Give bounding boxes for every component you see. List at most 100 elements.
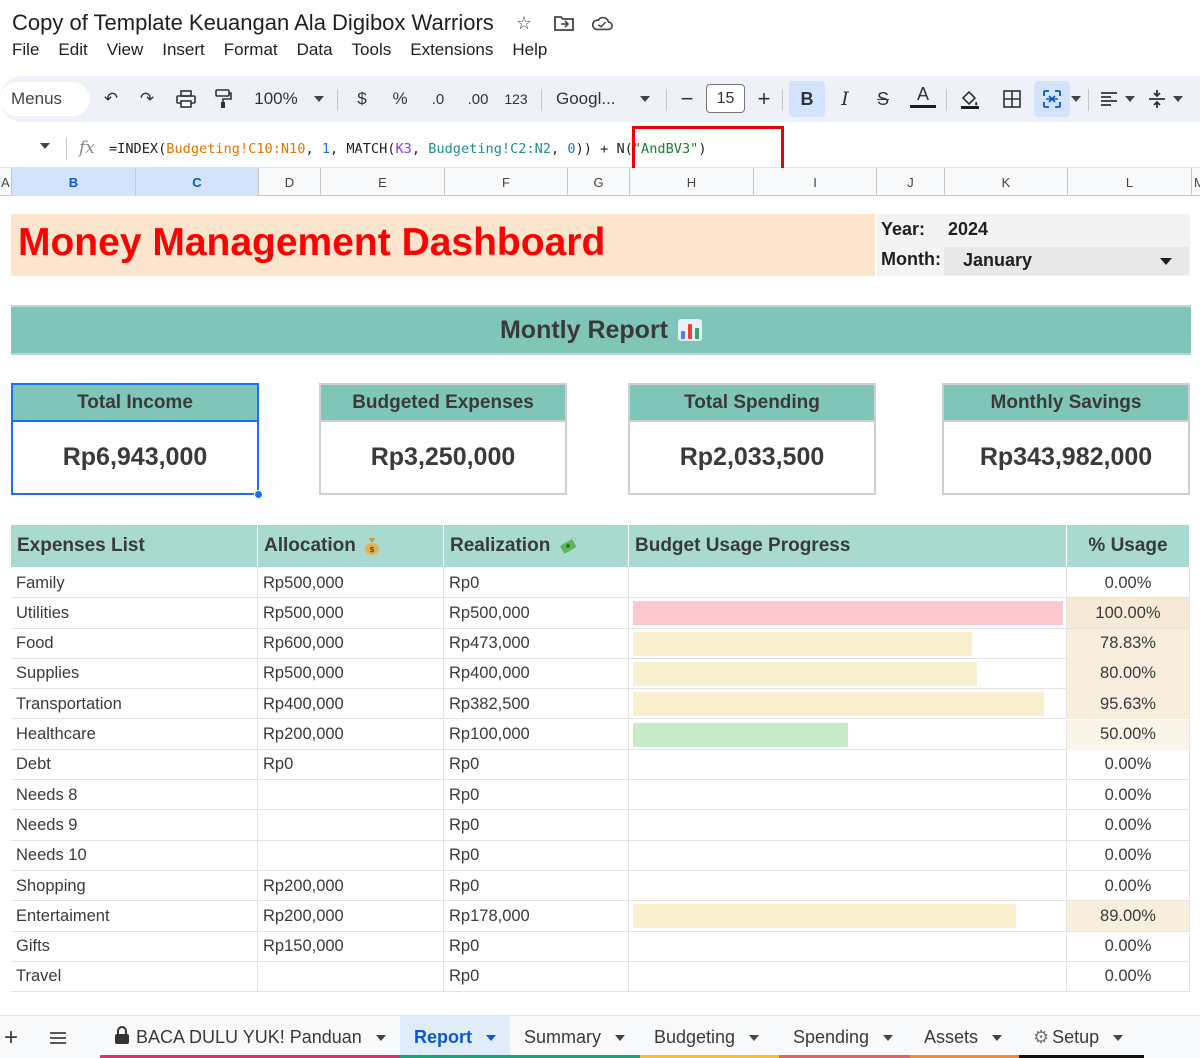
expense-name-cell[interactable]: Utilities bbox=[11, 598, 258, 629]
expense-name-cell[interactable]: Healthcare bbox=[11, 719, 258, 750]
progress-cell[interactable] bbox=[629, 719, 1067, 750]
star-icon[interactable]: ☆ bbox=[513, 12, 535, 34]
increase-decimal-button[interactable]: .00 bbox=[463, 84, 493, 114]
undo-icon[interactable]: ↶ bbox=[98, 84, 124, 114]
usage-percent-cell[interactable]: 0.00% bbox=[1067, 961, 1190, 992]
menu-view[interactable]: View bbox=[107, 40, 144, 60]
menu-extensions[interactable]: Extensions bbox=[410, 40, 493, 60]
bold-button[interactable]: B bbox=[789, 81, 825, 117]
column-header-g[interactable]: G bbox=[568, 168, 630, 196]
menu-file[interactable]: File bbox=[12, 40, 39, 60]
increase-font-size-icon[interactable]: + bbox=[754, 84, 774, 114]
header-allocation[interactable]: Allocation $ bbox=[258, 525, 444, 567]
realization-cell[interactable]: Rp0 bbox=[444, 961, 629, 992]
formula-input[interactable]: =INDEX(Budgeting!C10:N10, 1, MATCH(K3, B… bbox=[109, 141, 707, 157]
tab-report[interactable]: Report bbox=[400, 1016, 510, 1058]
italic-button[interactable]: I bbox=[834, 84, 856, 114]
zoom-select[interactable]: 100% bbox=[248, 84, 304, 114]
year-value-cell[interactable]: 2024 bbox=[948, 219, 988, 240]
allocation-cell[interactable] bbox=[258, 810, 444, 841]
column-header-i[interactable]: I bbox=[754, 168, 877, 196]
font-size-input[interactable]: 15 bbox=[706, 84, 745, 113]
allocation-cell[interactable]: Rp0 bbox=[258, 749, 444, 780]
cloud-status-icon[interactable] bbox=[591, 12, 613, 34]
progress-cell[interactable] bbox=[629, 749, 1067, 780]
realization-cell[interactable]: Rp100,000 bbox=[444, 719, 629, 750]
progress-cell[interactable] bbox=[629, 901, 1067, 932]
allocation-cell[interactable]: Rp200,000 bbox=[258, 871, 444, 901]
column-header-e[interactable]: E bbox=[321, 168, 445, 196]
decrease-decimal-button[interactable]: .0 bbox=[425, 84, 451, 114]
allocation-cell[interactable]: Rp500,000 bbox=[258, 658, 444, 689]
menu-insert[interactable]: Insert bbox=[162, 40, 205, 60]
decrease-font-size-icon[interactable]: − bbox=[678, 84, 696, 114]
menus-search-button[interactable]: Menus bbox=[0, 82, 90, 116]
font-caret-icon[interactable] bbox=[638, 84, 652, 114]
realization-cell[interactable]: Rp0 bbox=[444, 810, 629, 841]
usage-percent-cell[interactable]: 0.00% bbox=[1067, 810, 1190, 841]
allocation-cell[interactable]: Rp200,000 bbox=[258, 719, 444, 750]
menu-data[interactable]: Data bbox=[297, 40, 333, 60]
more-formats-button[interactable]: 123 bbox=[503, 84, 529, 114]
column-header-f[interactable]: F bbox=[445, 168, 568, 196]
header-expenses-list[interactable]: Expenses List bbox=[11, 525, 258, 567]
monthly-savings-card[interactable]: Monthly Savings Rp343,982,000 bbox=[942, 383, 1190, 495]
column-header-l[interactable]: L bbox=[1068, 168, 1192, 196]
realization-cell[interactable]: Rp0 bbox=[444, 780, 629, 811]
progress-cell[interactable] bbox=[629, 931, 1067, 962]
realization-cell[interactable]: Rp0 bbox=[444, 871, 629, 901]
usage-percent-cell[interactable]: 0.00% bbox=[1067, 931, 1190, 962]
usage-percent-cell[interactable]: 80.00% bbox=[1067, 658, 1190, 689]
progress-cell[interactable] bbox=[629, 658, 1067, 689]
merge-caret-icon[interactable] bbox=[1070, 84, 1082, 114]
usage-percent-cell[interactable]: 100.00% bbox=[1067, 598, 1190, 629]
menu-format[interactable]: Format bbox=[224, 40, 278, 60]
column-header-m[interactable]: M bbox=[1192, 168, 1200, 196]
percent-format-button[interactable]: % bbox=[390, 84, 410, 114]
expense-name-cell[interactable]: Needs 9 bbox=[11, 810, 258, 841]
usage-percent-cell[interactable]: 0.00% bbox=[1067, 871, 1190, 901]
expense-name-cell[interactable]: Needs 10 bbox=[11, 840, 258, 871]
column-header-c[interactable]: C bbox=[136, 168, 259, 196]
realization-cell[interactable]: Rp500,000 bbox=[444, 598, 629, 629]
selection-fill-handle[interactable] bbox=[254, 490, 263, 499]
paint-format-icon[interactable] bbox=[210, 84, 236, 114]
merge-cells-icon[interactable] bbox=[1034, 81, 1070, 117]
tab-setup[interactable]: ⚙ Setup bbox=[1019, 1016, 1144, 1058]
usage-percent-cell[interactable]: 89.00% bbox=[1067, 901, 1190, 932]
expense-name-cell[interactable]: Gifts bbox=[11, 931, 258, 962]
print-icon[interactable] bbox=[172, 84, 200, 114]
realization-cell[interactable]: Rp400,000 bbox=[444, 658, 629, 689]
realization-cell[interactable]: Rp0 bbox=[444, 840, 629, 871]
realization-cell[interactable]: Rp382,500 bbox=[444, 689, 629, 720]
realization-cell[interactable]: Rp473,000 bbox=[444, 628, 629, 659]
progress-cell[interactable] bbox=[629, 689, 1067, 720]
tab-assets[interactable]: Assets bbox=[910, 1016, 1019, 1058]
header-budget-usage-progress[interactable]: Budget Usage Progress bbox=[629, 525, 1067, 567]
total-spending-card[interactable]: Total Spending Rp2,033,500 bbox=[628, 383, 876, 495]
usage-percent-cell[interactable]: 78.83% bbox=[1067, 628, 1190, 659]
valign-caret-icon[interactable] bbox=[1172, 84, 1184, 114]
expense-name-cell[interactable]: Travel bbox=[11, 961, 258, 992]
column-header-d[interactable]: D bbox=[259, 168, 321, 196]
expense-name-cell[interactable]: Debt bbox=[11, 749, 258, 780]
budgeted-expenses-card[interactable]: Budgeted Expenses Rp3,250,000 bbox=[319, 383, 567, 495]
add-sheet-icon[interactable]: + bbox=[0, 1016, 28, 1058]
column-header-j[interactable]: J bbox=[877, 168, 945, 196]
tab-caret-icon[interactable] bbox=[375, 1034, 386, 1041]
tab-caret-icon[interactable] bbox=[1113, 1034, 1124, 1041]
all-sheets-icon[interactable] bbox=[45, 1016, 75, 1058]
realization-cell[interactable]: Rp0 bbox=[444, 568, 629, 598]
usage-percent-cell[interactable]: 0.00% bbox=[1067, 749, 1190, 780]
allocation-cell[interactable] bbox=[258, 780, 444, 811]
tab-caret-icon[interactable] bbox=[749, 1034, 760, 1041]
allocation-cell[interactable] bbox=[258, 961, 444, 992]
menu-edit[interactable]: Edit bbox=[58, 40, 87, 60]
allocation-cell[interactable] bbox=[258, 840, 444, 871]
progress-cell[interactable] bbox=[629, 810, 1067, 841]
tab-budgeting[interactable]: Budgeting bbox=[640, 1016, 779, 1058]
progress-cell[interactable] bbox=[629, 871, 1067, 901]
usage-percent-cell[interactable]: 0.00% bbox=[1067, 780, 1190, 811]
usage-percent-cell[interactable]: 0.00% bbox=[1067, 568, 1190, 598]
progress-cell[interactable] bbox=[629, 961, 1067, 992]
